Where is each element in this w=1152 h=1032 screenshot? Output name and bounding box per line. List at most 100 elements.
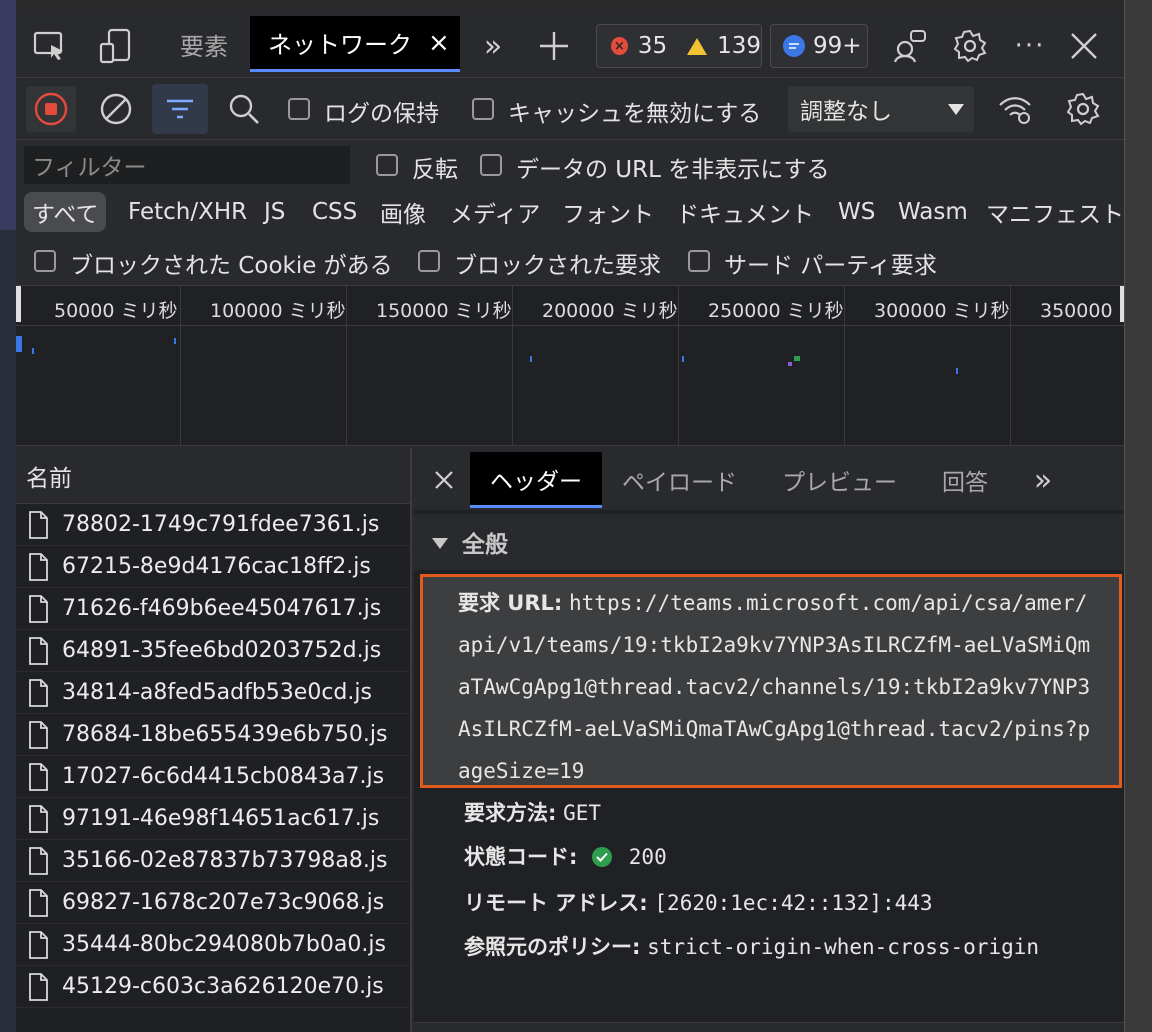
file-icon xyxy=(29,678,48,707)
timeline-bar xyxy=(788,362,792,366)
issues-badge[interactable]: × 35 139 xyxy=(596,24,762,68)
request-row[interactable]: 78802-1749c791fdee7361.js xyxy=(16,504,410,546)
timeline-tick: 200000 ミリ秒 xyxy=(542,300,678,322)
request-row[interactable]: 34814-a8fed5adfb53e0cd.js xyxy=(16,672,410,714)
invert-checkbox[interactable] xyxy=(376,154,398,176)
filter-input[interactable]: フィルター xyxy=(24,146,350,184)
search-icon[interactable] xyxy=(224,88,264,130)
blocked-filters-row: ブロックされた Cookie がある ブロックされた要求 サード パーティ要求 xyxy=(16,236,1124,286)
timeline-divider xyxy=(678,286,679,446)
messages-badge[interactable]: 99+ xyxy=(770,24,868,68)
timeline-tick: 250000 ミリ秒 xyxy=(708,300,844,322)
file-list: 78802-1749c791fdee7361.js 67215-8e9d4176c… xyxy=(16,504,410,1008)
tab-response[interactable]: 回答 xyxy=(942,452,988,508)
device-emulation-icon[interactable] xyxy=(96,26,136,66)
request-row[interactable]: 71626-f469b6ee45047617.js xyxy=(16,588,410,630)
type-filter-all[interactable]: すべて xyxy=(24,192,107,232)
filter-row: フィルター 反転 データの URL を非表示にする xyxy=(16,140,1124,188)
timeline-right-handle[interactable] xyxy=(1120,286,1124,322)
general-section-header[interactable]: 全般 xyxy=(414,514,1124,570)
request-row[interactable]: 69827-1678c207e73c9068.js xyxy=(16,882,410,924)
request-row-name: 97191-46e98f14651ac617.js xyxy=(62,806,380,831)
timeline-bar xyxy=(794,356,800,361)
type-filter-media[interactable]: メディア xyxy=(450,192,540,232)
more-options-icon[interactable]: ··· xyxy=(1010,30,1050,62)
request-row[interactable]: 97191-46e98f14651ac617.js xyxy=(16,798,410,840)
timeline-tick: 50000 ミリ秒 xyxy=(54,300,178,322)
request-url-value[interactable]: https://teams.microsoft.com/api/csa/amer… xyxy=(458,591,1090,783)
blocked-requests-checkbox[interactable] xyxy=(418,250,440,272)
file-icon xyxy=(29,804,48,833)
name-column-header[interactable]: 名前 xyxy=(16,448,410,504)
tab-headers[interactable]: ヘッダー xyxy=(470,452,602,508)
record-stop-icon[interactable] xyxy=(26,86,76,132)
add-tab-plus-icon[interactable] xyxy=(534,26,574,66)
tab-elements[interactable]: 要素 xyxy=(180,16,228,72)
tab-close-icon[interactable]: × xyxy=(428,28,450,58)
third-party-checkbox[interactable] xyxy=(688,250,710,272)
type-filter-wasm[interactable]: Wasm xyxy=(898,192,968,232)
more-tabs-chevron-icon[interactable]: » xyxy=(476,28,510,64)
inspect-element-icon[interactable] xyxy=(30,28,70,64)
type-filter-manifest[interactable]: マニフェスト xyxy=(986,192,1124,232)
request-row[interactable]: 35444-80bc294080b7b0a0.js xyxy=(16,924,410,966)
request-list: 名前 78802-1749c791fdee7361.js 67215-8e9d41… xyxy=(16,448,412,1032)
network-conditions-icon[interactable] xyxy=(994,88,1036,130)
status-code-key: 状態コード: xyxy=(464,845,578,869)
file-icon xyxy=(29,846,48,875)
next-section-header[interactable] xyxy=(414,1022,1124,1032)
type-filter-document[interactable]: ドキュメント xyxy=(676,192,814,232)
type-filter-image[interactable]: 画像 xyxy=(380,192,426,232)
clear-log-icon[interactable] xyxy=(96,88,136,130)
timeline-overview[interactable]: 50000 ミリ秒 100000 ミリ秒 150000 ミリ秒 200000 ミ… xyxy=(16,286,1124,446)
hide-data-url-checkbox[interactable] xyxy=(480,154,502,176)
blocked-cookies-label: ブロックされた Cookie がある xyxy=(70,253,393,279)
type-filter-js[interactable]: JS xyxy=(264,192,285,232)
network-settings-gear-icon[interactable] xyxy=(1062,88,1104,130)
throttle-value: 調整なし xyxy=(800,99,892,125)
close-devtools-icon[interactable] xyxy=(1066,28,1102,64)
settings-gear-icon[interactable] xyxy=(950,26,990,66)
messages-count: 99+ xyxy=(813,33,862,59)
type-filter-font[interactable]: フォント xyxy=(562,192,654,232)
request-row-name: 78684-18be655439e6b750.js xyxy=(62,722,388,747)
disable-cache-checkbox[interactable] xyxy=(472,98,494,120)
disable-cache-label: キャッシュを無効にする xyxy=(508,101,762,127)
throttle-select[interactable]: 調整なし xyxy=(788,86,974,132)
timeline-bar xyxy=(682,356,684,362)
request-row-name: 34814-a8fed5adfb53e0cd.js xyxy=(62,680,372,705)
request-row-name: 17027-6c6d4415cb0843a7.js xyxy=(62,764,385,789)
type-filter-ws[interactable]: WS xyxy=(838,192,875,232)
request-row[interactable]: 45129-c603c3a626120e70.js xyxy=(16,966,410,1008)
request-url-row: 要求 URL: https://teams.microsoft.com/api/… xyxy=(458,582,1098,792)
status-code-value: 200 xyxy=(628,845,667,869)
request-row[interactable]: 64891-35fee6bd0203752d.js xyxy=(16,630,410,672)
feedback-icon[interactable] xyxy=(890,26,930,66)
timeline-bar xyxy=(32,348,34,354)
blocked-cookies-checkbox[interactable] xyxy=(34,250,56,272)
tab-network[interactable]: ネットワーク × xyxy=(250,16,460,72)
request-row[interactable]: 17027-6c6d4415cb0843a7.js xyxy=(16,756,410,798)
blocked-requests-label: ブロックされた要求 xyxy=(454,253,661,279)
type-filter-fetch-xhr[interactable]: Fetch/XHR xyxy=(128,192,247,232)
filter-funnel-icon[interactable] xyxy=(152,84,208,134)
tab-preview[interactable]: プレビュー xyxy=(782,452,897,508)
hide-data-url-label: データの URL を非表示にする xyxy=(516,157,830,183)
request-row-name: 64891-35fee6bd0203752d.js xyxy=(62,638,382,663)
request-row[interactable]: 35166-02e87837b73798a8.js xyxy=(16,840,410,882)
request-row[interactable]: 67215-8e9d4176cac18ff2.js xyxy=(16,546,410,588)
preserve-log-checkbox[interactable] xyxy=(288,98,310,120)
detail-tabbar: ヘッダー ペイロード プレビュー 回答 » xyxy=(414,448,1124,510)
file-icon xyxy=(29,720,48,749)
message-icon xyxy=(783,35,805,57)
timeline-left-handle[interactable] xyxy=(16,286,21,322)
close-detail-icon[interactable] xyxy=(428,464,460,496)
file-icon xyxy=(29,594,48,623)
tab-payload[interactable]: ペイロード xyxy=(622,452,737,508)
request-row-name: 71626-f469b6ee45047617.js xyxy=(62,596,382,621)
request-row[interactable]: 78684-18be655439e6b750.js xyxy=(16,714,410,756)
more-detail-tabs-chevron-icon[interactable]: » xyxy=(1026,462,1060,498)
timeline-divider xyxy=(1010,286,1011,446)
request-row-name: 35166-02e87837b73798a8.js xyxy=(62,848,388,873)
type-filter-css[interactable]: CSS xyxy=(312,192,357,232)
